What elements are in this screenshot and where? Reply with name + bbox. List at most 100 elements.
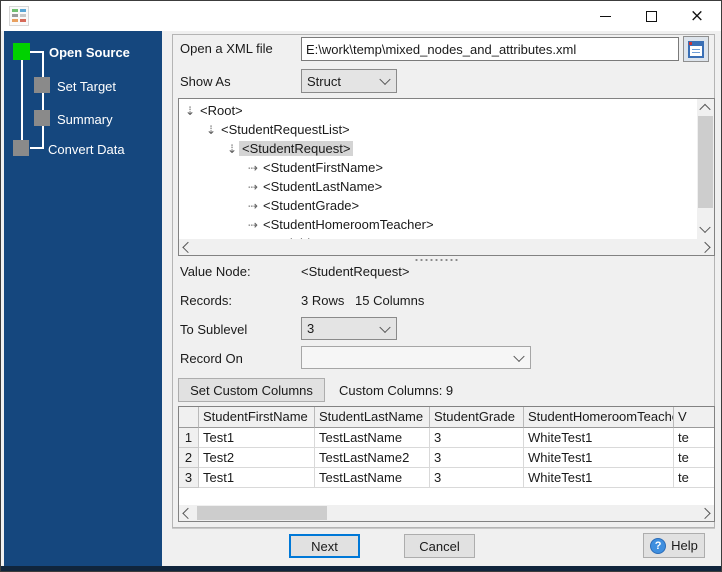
chevron-left-icon — [182, 507, 194, 520]
table-cell[interactable]: Test2 — [199, 448, 315, 468]
tree-node-label[interactable]: <StudentHomeroomTeacher> — [260, 217, 437, 232]
table-cell[interactable]: 3 — [430, 448, 524, 468]
tree-node-selected[interactable]: ⇣ <StudentRequest> — [179, 139, 697, 158]
main-pane: Open a XML file Show As Struct ⇣ <Root> … — [162, 31, 721, 567]
chevron-down-icon — [379, 321, 391, 333]
next-button[interactable]: Next — [289, 534, 360, 558]
expand-right-icon[interactable]: ⇢ — [246, 218, 260, 232]
tree-node-label[interactable]: <Root> — [197, 103, 246, 118]
table-row[interactable]: 3 Test1 TestLastName 3 WhiteTest1 te — [179, 468, 714, 488]
maximize-button[interactable] — [629, 1, 673, 31]
tree-node[interactable]: ⇢ <StudentLastName> — [179, 177, 697, 196]
table-cell[interactable]: te — [674, 428, 714, 448]
column-header[interactable]: StudentLastName — [315, 407, 430, 428]
expand-right-icon[interactable]: ⇢ — [246, 161, 260, 175]
table-cell[interactable]: WhiteTest1 — [524, 448, 674, 468]
table-cell[interactable]: 3 — [430, 428, 524, 448]
footer-separator — [172, 528, 715, 529]
tree-node[interactable]: ⇣ <Root> — [179, 101, 697, 120]
tree-vscroll-thumb[interactable] — [698, 116, 713, 208]
table-cell[interactable]: TestLastName — [315, 468, 430, 488]
table-row[interactable]: 2 Test2 TestLastName2 3 WhiteTest1 te — [179, 448, 714, 468]
table-row[interactable]: 1 Test1 TestLastName 3 WhiteTest1 te — [179, 428, 714, 448]
step-label-summary: Summary — [57, 112, 113, 127]
app-icon-block — [20, 14, 26, 17]
window-bottom-frame — [1, 566, 721, 571]
tree-vertical-scrollbar[interactable] — [697, 99, 714, 239]
table-cell[interactable]: 3 — [430, 468, 524, 488]
step-label-convert-data: Convert Data — [48, 142, 125, 157]
tree-node-label[interactable]: <StudentRequest> — [239, 141, 354, 156]
cancel-button-label: Cancel — [419, 538, 460, 554]
row-number-cell[interactable]: 1 — [179, 428, 199, 448]
close-icon: × — [689, 5, 705, 26]
row-number-cell[interactable]: 3 — [179, 468, 199, 488]
show-as-label: Show As — [180, 74, 231, 89]
records-label: Records: — [180, 293, 233, 308]
row-number-cell[interactable]: 2 — [179, 448, 199, 468]
tree-node[interactable]: ⇣ <StudentRequestList> — [179, 120, 697, 139]
step-indicator-set-target — [34, 77, 50, 93]
next-button-label: Next — [311, 538, 338, 554]
table-cell[interactable]: WhiteTest1 — [524, 468, 674, 488]
xml-tree[interactable]: ⇣ <Root> ⇣ <StudentRequestList> ⇣ <Stude… — [178, 98, 715, 256]
table-cell[interactable]: WhiteTest1 — [524, 428, 674, 448]
show-as-select[interactable]: Struct — [301, 69, 397, 93]
column-header[interactable]: StudentFirstName — [199, 407, 315, 428]
cancel-button[interactable]: Cancel — [404, 534, 475, 558]
record-on-select[interactable] — [301, 346, 531, 369]
table-hscroll-thumb[interactable] — [197, 506, 327, 520]
table-cell[interactable]: te — [674, 468, 714, 488]
table-cell[interactable]: Test1 — [199, 468, 315, 488]
preview-table: StudentFirstName StudentLastName Student… — [178, 406, 715, 522]
table-cell[interactable]: TestLastName — [315, 428, 430, 448]
row-number-header[interactable] — [179, 407, 199, 428]
app-icon-block — [12, 19, 18, 22]
column-header[interactable]: StudentGrade — [430, 407, 524, 428]
minimize-button[interactable] — [583, 1, 627, 31]
expand-right-icon[interactable]: ⇢ — [246, 180, 260, 194]
set-custom-columns-button[interactable]: Set Custom Columns — [178, 378, 325, 402]
preview-table-inner: StudentFirstName StudentLastName Student… — [179, 407, 714, 505]
chevron-right-icon — [699, 507, 711, 520]
file-path-input[interactable] — [301, 37, 679, 61]
step-indicator-convert-data — [13, 140, 29, 156]
tree-node[interactable]: ⇢ <StudentHomeroomTeacher> — [179, 215, 697, 234]
step-label-set-target: Set Target — [57, 79, 117, 94]
table-cell[interactable]: te — [674, 448, 714, 468]
close-button[interactable]: × — [675, 1, 719, 31]
table-cell[interactable]: TestLastName2 — [315, 448, 430, 468]
browse-button[interactable] — [683, 36, 709, 62]
expand-down-icon[interactable]: ⇣ — [204, 123, 218, 137]
tree-node-label[interactable]: <StudentRequestList> — [218, 122, 353, 137]
expand-down-icon[interactable]: ⇣ — [183, 104, 197, 118]
value-node-value: <StudentRequest> — [301, 264, 410, 279]
scroll-down-button[interactable] — [697, 222, 714, 239]
to-sublevel-select[interactable]: 3 — [301, 317, 397, 340]
tree-node[interactable]: ⇢ <StudentFirstName> — [179, 158, 697, 177]
table-horizontal-scrollbar[interactable] — [179, 505, 714, 521]
xml-tree-rows: ⇣ <Root> ⇣ <StudentRequestList> ⇣ <Stude… — [179, 101, 697, 239]
app-icon-block — [20, 19, 26, 22]
column-header[interactable]: StudentHomeroomTeacher — [524, 407, 674, 428]
table-cell[interactable]: Test1 — [199, 428, 315, 448]
chevron-down-icon — [379, 73, 391, 86]
column-header[interactable]: V — [674, 407, 714, 428]
chevron-up-icon — [699, 103, 711, 116]
expand-right-icon[interactable]: ⇢ — [246, 199, 260, 213]
tree-node-label[interactable]: <StudentFirstName> — [260, 160, 386, 175]
tree-node-label[interactable]: <StudentGrade> — [260, 198, 362, 213]
tree-horizontal-scrollbar[interactable] — [179, 239, 714, 255]
splitter-handle[interactable] — [414, 258, 458, 262]
tree-node-label[interactable]: <StudentLastName> — [260, 179, 385, 194]
to-sublevel-value: 3 — [307, 321, 315, 336]
chevron-down-icon — [699, 222, 711, 234]
tree-node[interactable]: ⇢ <StudentGrade> — [179, 196, 697, 215]
step-label-open-source: Open Source — [49, 45, 130, 60]
app-window: × Open Source Set Target Summary Convert… — [0, 0, 722, 572]
app-icon — [9, 6, 29, 26]
wizard-sidebar: Open Source Set Target Summary Convert D… — [4, 31, 162, 567]
scroll-up-button[interactable] — [697, 99, 714, 116]
expand-down-icon[interactable]: ⇣ — [225, 142, 239, 156]
help-button[interactable]: ? Help — [643, 533, 705, 558]
